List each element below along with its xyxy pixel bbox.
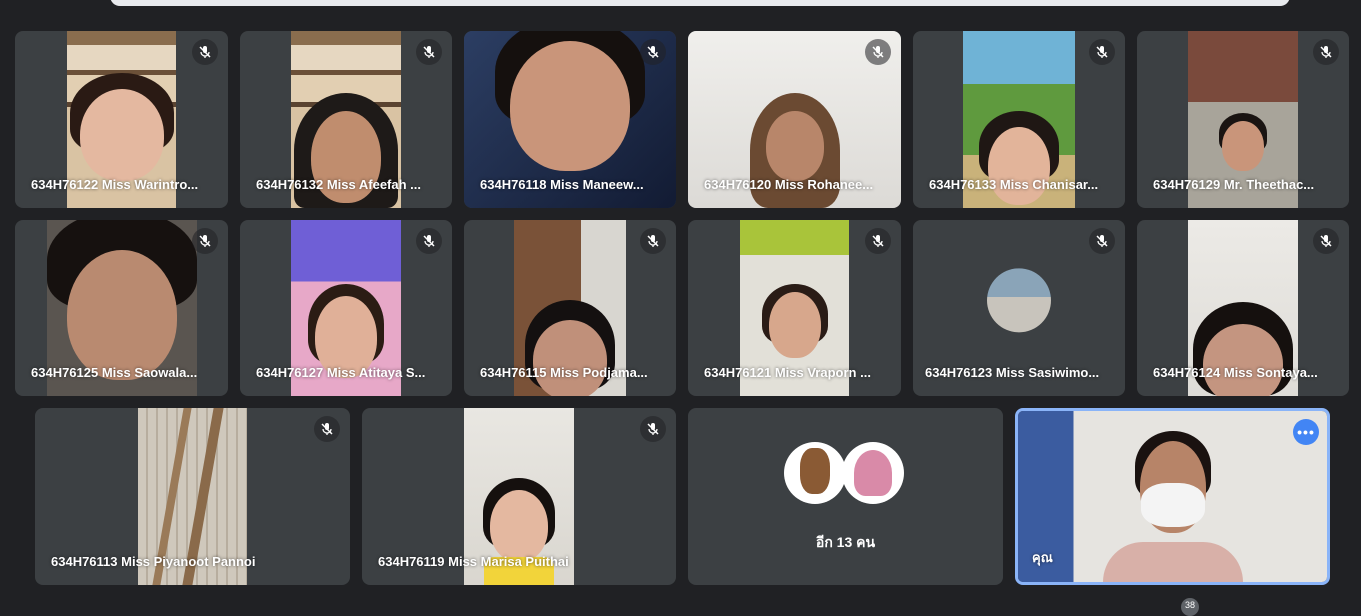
participant-count-badge: 38 [1181,598,1199,616]
video-feed [1018,411,1327,582]
mic-off-icon [416,228,442,254]
participant-tile[interactable]: 634H76125 Miss Saowala... [15,220,228,396]
participant-name: 634H76125 Miss Saowala... [31,365,198,380]
others-avatars [783,442,908,506]
avatar [987,268,1051,333]
participant-name: 634H76123 Miss Sasiwimo... [925,365,1100,380]
participant-name: 634H76132 Miss Afeefah ... [256,177,421,192]
others-tile[interactable]: อีก 13 คน [688,408,1003,585]
participant-name: 634H76119 Miss Marisa Puithai [378,554,569,569]
mic-off-icon [640,228,666,254]
participant-tile[interactable]: 634H76118 Miss Maneew... [464,31,676,208]
mic-off-icon [640,39,666,65]
participant-tile[interactable]: 634H76115 Miss Podjama... [464,220,676,396]
self-tile[interactable]: ••• คุณ [1015,408,1330,585]
more-options-icon[interactable]: ••• [1293,419,1319,445]
mic-off-icon [192,228,218,254]
self-label: คุณ [1032,550,1053,565]
mic-off-icon [1089,228,1115,254]
participant-tile[interactable]: 634H76123 Miss Sasiwimo... [913,220,1125,396]
participant-tile[interactable]: 634H76121 Miss Vraporn ... [688,220,901,396]
participant-tile[interactable]: 634H76129 Mr. Theethac... [1137,31,1349,208]
mic-off-icon [865,228,891,254]
mic-off-icon [1313,39,1339,65]
mic-off-icon [192,39,218,65]
participant-tile[interactable]: 634H76120 Miss Rohanee... [688,31,901,208]
participant-tile[interactable]: 634H76124 Miss Sontaya... [1137,220,1349,396]
participant-name: 634H76127 Miss Atitaya S... [256,365,426,380]
participant-name: 634H76118 Miss Maneew... [480,177,644,192]
participant-name: 634H76121 Miss Vraporn ... [704,365,871,380]
participant-tile[interactable]: 634H76113 Miss Piyanoot Pannoi [35,408,350,585]
participant-name: 634H76120 Miss Rohanee... [704,177,874,192]
browser-bar [110,0,1290,6]
mic-off-icon [1089,39,1115,65]
participant-name: 634H76129 Mr. Theethac... [1153,177,1315,192]
participant-tile[interactable]: 634H76127 Miss Atitaya S... [240,220,452,396]
participant-name: 634H76122 Miss Warintro... [31,177,199,192]
participant-tile[interactable]: 634H76119 Miss Marisa Puithai [362,408,676,585]
mic-off-icon [416,39,442,65]
participant-tile[interactable]: 634H76133 Miss Chanisar... [913,31,1125,208]
others-count-label: อีก 13 คน [815,534,876,550]
participant-tile[interactable]: 634H76132 Miss Afeefah ... [240,31,452,208]
avatar [841,442,904,504]
participant-name: 634H76124 Miss Sontaya... [1153,365,1318,380]
mic-off-icon [1313,228,1339,254]
participant-name: 634H76133 Miss Chanisar... [929,177,1099,192]
participant-tile[interactable]: 634H76122 Miss Warintro... [15,31,228,208]
mic-off-icon [640,416,666,442]
mic-off-icon [314,416,340,442]
participant-name: 634H76115 Miss Podjama... [480,365,648,380]
participant-name: 634H76113 Miss Piyanoot Pannoi [51,554,256,569]
avatar [783,442,846,504]
mic-off-icon [865,39,891,65]
